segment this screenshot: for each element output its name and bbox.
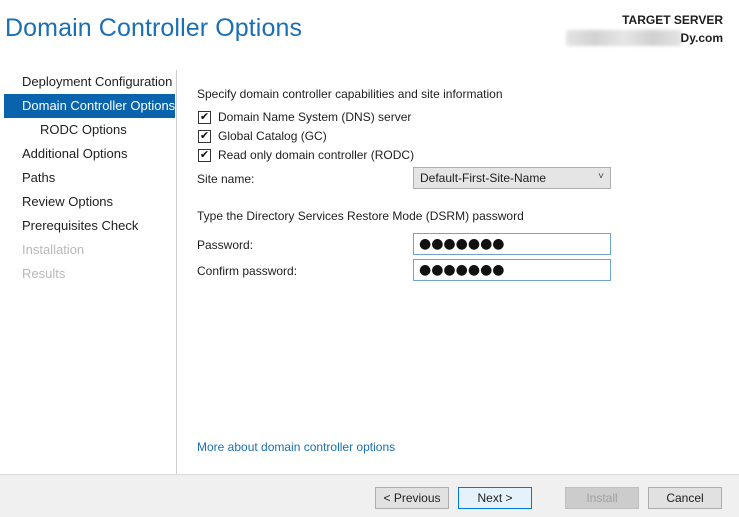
confirm-password-label: Confirm password: [197,264,298,278]
dsrm-heading: Type the Directory Services Restore Mode… [197,209,524,223]
rodc-checkbox-label: Read only domain controller (RODC) [218,148,415,162]
nav-item-rodc-options[interactable]: RODC Options [0,118,176,142]
nav-item-deployment-configuration[interactable]: Deployment Configuration [0,70,176,94]
checkmark-icon: ✔ [199,148,210,161]
nav-item-additional-options[interactable]: Additional Options [0,142,176,166]
target-server-value: Dy.com [680,31,723,45]
nav-item-installation: Installation [22,242,85,257]
nav-item-domain-controller-options[interactable]: Domain Controller Options [4,94,175,118]
chevron-down-icon: ˅ [598,171,604,182]
nav-item-results: Results [22,266,66,281]
capabilities-heading: Specify domain controller capabilities a… [197,87,503,101]
gc-checkbox-row[interactable]: ✔ Global Catalog (GC) [198,129,327,143]
wizard-nav: Deployment Configuration Domain Controll… [0,70,176,286]
checkmark-icon: ✔ [199,129,210,142]
site-name-label: Site name: [197,172,255,186]
previous-button[interactable]: < Previous [375,487,449,509]
cancel-button[interactable]: Cancel [648,487,722,509]
dns-checkbox-label: Domain Name System (DNS) server [218,110,412,124]
wizard-footer: < Previous Next > Install Cancel [0,474,739,517]
nav-item-paths[interactable]: Paths [0,166,176,190]
nav-divider [176,70,177,474]
site-name-select[interactable]: Default-First-Site-Name ˅ [413,167,611,189]
nav-item-prerequisites-check[interactable]: Prerequisites Check [0,214,176,238]
password-label: Password: [197,238,254,252]
target-server-label: TARGET SERVER [622,13,723,27]
rodc-checkbox-row[interactable]: ✔ Read only domain controller (RODC) [198,148,414,162]
rodc-checkbox[interactable]: ✔ [198,148,211,162]
checkmark-icon: ✔ [199,110,210,123]
gc-checkbox-label: Global Catalog (GC) [218,129,327,143]
install-button: Install [565,487,639,509]
dns-checkbox[interactable]: ✔ [198,110,211,124]
nav-item-review-options[interactable]: Review Options [0,190,176,214]
confirm-password-input[interactable]: ●●●●●●● [413,259,611,281]
target-server-redaction [566,30,682,46]
gc-checkbox[interactable]: ✔ [198,129,211,143]
next-button[interactable]: Next > [458,487,532,509]
more-about-link[interactable]: More about domain controller options [197,440,395,454]
dns-checkbox-row[interactable]: ✔ Domain Name System (DNS) server [198,110,411,124]
password-input[interactable]: ●●●●●●● [413,233,611,255]
site-name-value: Default-First-Site-Name [420,171,547,185]
page-title: Domain Controller Options [5,14,303,42]
